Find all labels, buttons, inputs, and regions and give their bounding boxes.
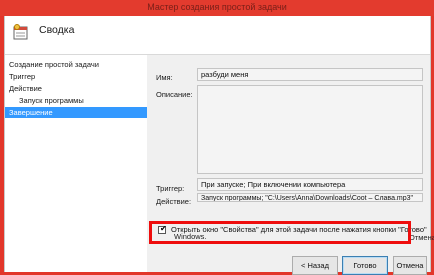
sidebar-item-trigger[interactable]: Триггер: [9, 71, 35, 82]
description-label: Описание:: [156, 90, 193, 99]
sidebar-item-finish[interactable]: Завершение: [5, 107, 147, 118]
description-field[interactable]: [197, 85, 423, 174]
sidebar-item-create[interactable]: Создание простой задачи: [9, 59, 99, 70]
action-label: Действие:: [156, 197, 192, 206]
name-field[interactable]: разбуди меня: [197, 68, 423, 81]
task-scheduler-icon: [13, 24, 29, 40]
page-title: Сводка: [39, 24, 75, 36]
wizard-window: Мастер создания простой задачи Сводка Со…: [0, 0, 434, 275]
wizard-client-area: Сводка Создание простой задачи Триггер Д…: [4, 16, 434, 275]
cancel-button[interactable]: Отмена: [393, 256, 427, 275]
back-button[interactable]: < Назад: [292, 256, 338, 275]
action-field[interactable]: Запуск программы; "C:\Users\Anna\Downloa…: [197, 193, 423, 202]
window-title: Мастер создания простой задачи: [147, 2, 287, 12]
wizard-steps-sidebar: Создание простой задачи Триггер Действие…: [5, 55, 147, 272]
highlight-box: [149, 221, 411, 244]
title-bar[interactable]: Мастер создания простой задачи: [0, 0, 434, 16]
sidebar-item-action[interactable]: Действие: [9, 83, 42, 94]
trigger-label: Триггер:: [156, 184, 185, 193]
finish-button[interactable]: Готово: [342, 256, 388, 275]
trigger-field[interactable]: При запуске; При включении компьютера: [197, 178, 423, 191]
wizard-header: Сводка: [5, 16, 430, 55]
name-label: Имя:: [156, 73, 173, 82]
sidebar-item-run-program[interactable]: Запуск программы: [19, 95, 84, 106]
